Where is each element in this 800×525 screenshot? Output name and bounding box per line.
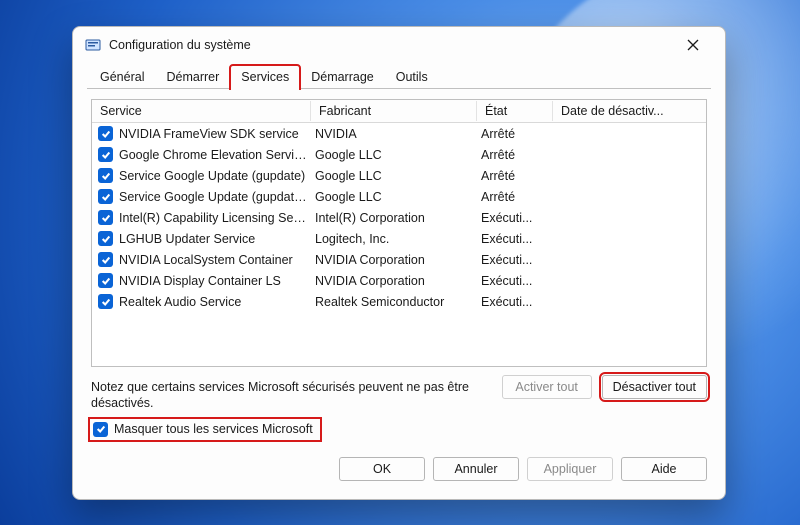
service-name-cell: NVIDIA LocalSystem Container bbox=[119, 253, 315, 267]
tab-strip: Général Démarrer Services Démarrage Outi… bbox=[73, 63, 725, 89]
service-state-cell: Arrêté bbox=[481, 148, 557, 162]
tab-label: Démarrer bbox=[166, 70, 219, 84]
window-title: Configuration du système bbox=[109, 38, 671, 52]
tab-services[interactable]: Services bbox=[230, 65, 300, 89]
service-name-cell: Google Chrome Elevation Servic... bbox=[119, 148, 315, 162]
service-row[interactable]: Google Chrome Elevation Servic...Google … bbox=[92, 144, 706, 165]
service-row[interactable]: NVIDIA LocalSystem ContainerNVIDIA Corpo… bbox=[92, 249, 706, 270]
service-vendor-cell: Google LLC bbox=[315, 190, 481, 204]
service-vendor-cell: Logitech, Inc. bbox=[315, 232, 481, 246]
listview-rows: NVIDIA FrameView SDK serviceNVIDIAArrêté… bbox=[92, 123, 706, 312]
service-row[interactable]: NVIDIA FrameView SDK serviceNVIDIAArrêté bbox=[92, 123, 706, 144]
checkbox-checked-icon[interactable] bbox=[98, 294, 113, 309]
service-row[interactable]: NVIDIA Display Container LSNVIDIA Corpor… bbox=[92, 270, 706, 291]
disable-all-button[interactable]: Désactiver tout bbox=[602, 375, 707, 399]
checkbox-checked-icon[interactable] bbox=[98, 126, 113, 141]
service-row[interactable]: LGHUB Updater ServiceLogitech, Inc.Exécu… bbox=[92, 228, 706, 249]
service-row[interactable]: Service Google Update (gupdate)Google LL… bbox=[92, 165, 706, 186]
tab-label: Démarrage bbox=[311, 70, 374, 84]
tab-outils[interactable]: Outils bbox=[385, 65, 439, 89]
services-listview[interactable]: Service Fabricant État Date de désactiv.… bbox=[91, 99, 707, 367]
checkbox-checked-icon[interactable] bbox=[98, 252, 113, 267]
service-state-cell: Exécuti... bbox=[481, 295, 557, 309]
cancel-button[interactable]: Annuler bbox=[433, 457, 519, 481]
checkbox-checked-icon[interactable] bbox=[98, 273, 113, 288]
column-label: État bbox=[485, 104, 507, 118]
service-state-cell: Arrêté bbox=[481, 169, 557, 183]
ok-button[interactable]: OK bbox=[339, 457, 425, 481]
tab-content: Service Fabricant État Date de désactiv.… bbox=[73, 89, 725, 499]
service-vendor-cell: Google LLC bbox=[315, 169, 481, 183]
service-state-cell: Exécuti... bbox=[481, 253, 557, 267]
service-row[interactable]: Realtek Audio ServiceRealtek Semiconduct… bbox=[92, 291, 706, 312]
checkbox-checked-icon[interactable] bbox=[98, 231, 113, 246]
service-name-cell: Intel(R) Capability Licensing Ser... bbox=[119, 211, 315, 225]
tab-demarrer[interactable]: Démarrer bbox=[155, 65, 230, 89]
column-header-etat[interactable]: État bbox=[477, 101, 553, 121]
checkbox-checked-icon[interactable] bbox=[98, 210, 113, 225]
checkbox-checked-icon[interactable] bbox=[98, 168, 113, 183]
service-row[interactable]: Service Google Update (gupdate...Google … bbox=[92, 186, 706, 207]
security-note: Notez que certains services Microsoft sé… bbox=[91, 375, 492, 412]
service-state-cell: Exécuti... bbox=[481, 274, 557, 288]
help-button[interactable]: Aide bbox=[621, 457, 707, 481]
note-and-bulk-buttons: Notez que certains services Microsoft sé… bbox=[91, 375, 707, 412]
titlebar: Configuration du système bbox=[73, 27, 725, 63]
button-label: Annuler bbox=[454, 462, 497, 476]
service-vendor-cell: NVIDIA bbox=[315, 127, 481, 141]
checkbox-checked-icon bbox=[93, 422, 108, 437]
close-button[interactable] bbox=[671, 30, 715, 60]
service-state-cell: Exécuti... bbox=[481, 232, 557, 246]
tab-label: Général bbox=[100, 70, 144, 84]
service-vendor-cell: Realtek Semiconductor bbox=[315, 295, 481, 309]
hide-microsoft-label: Masquer tous les services Microsoft bbox=[114, 422, 313, 436]
service-vendor-cell: Intel(R) Corporation bbox=[315, 211, 481, 225]
checkbox-checked-icon[interactable] bbox=[98, 147, 113, 162]
listview-header: Service Fabricant État Date de désactiv.… bbox=[92, 100, 706, 123]
desktop-background: Configuration du système Général Démarre… bbox=[0, 0, 800, 525]
service-row[interactable]: Intel(R) Capability Licensing Ser...Inte… bbox=[92, 207, 706, 228]
button-label: Activer tout bbox=[515, 380, 578, 394]
system-config-icon bbox=[85, 37, 101, 53]
service-state-cell: Arrêté bbox=[481, 190, 557, 204]
service-name-cell: Service Google Update (gupdate... bbox=[119, 190, 315, 204]
button-label: Appliquer bbox=[544, 462, 597, 476]
msconfig-window: Configuration du système Général Démarre… bbox=[72, 26, 726, 500]
column-header-fabricant[interactable]: Fabricant bbox=[311, 101, 477, 121]
apply-button[interactable]: Appliquer bbox=[527, 457, 613, 481]
service-name-cell: LGHUB Updater Service bbox=[119, 232, 315, 246]
column-label: Date de désactiv... bbox=[561, 104, 664, 118]
tab-demarrage[interactable]: Démarrage bbox=[300, 65, 385, 89]
service-name-cell: Realtek Audio Service bbox=[119, 295, 315, 309]
button-label: Aide bbox=[651, 462, 676, 476]
tab-label: Outils bbox=[396, 70, 428, 84]
enable-all-button[interactable]: Activer tout bbox=[502, 375, 592, 399]
tab-label: Services bbox=[241, 70, 289, 84]
button-label: Désactiver tout bbox=[613, 380, 696, 394]
service-state-cell: Exécuti... bbox=[481, 211, 557, 225]
column-label: Service bbox=[100, 104, 142, 118]
service-vendor-cell: NVIDIA Corporation bbox=[315, 253, 481, 267]
service-name-cell: Service Google Update (gupdate) bbox=[119, 169, 315, 183]
dialog-footer-buttons: OK Annuler Appliquer Aide bbox=[91, 457, 707, 481]
column-header-service[interactable]: Service bbox=[92, 101, 311, 121]
service-state-cell: Arrêté bbox=[481, 127, 557, 141]
service-name-cell: NVIDIA Display Container LS bbox=[119, 274, 315, 288]
column-header-date[interactable]: Date de désactiv... bbox=[553, 101, 683, 121]
service-name-cell: NVIDIA FrameView SDK service bbox=[119, 127, 315, 141]
service-vendor-cell: NVIDIA Corporation bbox=[315, 274, 481, 288]
service-vendor-cell: Google LLC bbox=[315, 148, 481, 162]
checkbox-checked-icon[interactable] bbox=[98, 189, 113, 204]
tab-general[interactable]: Général bbox=[89, 65, 155, 89]
column-label: Fabricant bbox=[319, 104, 371, 118]
button-label: OK bbox=[373, 462, 391, 476]
hide-microsoft-checkbox-row[interactable]: Masquer tous les services Microsoft bbox=[91, 420, 319, 439]
